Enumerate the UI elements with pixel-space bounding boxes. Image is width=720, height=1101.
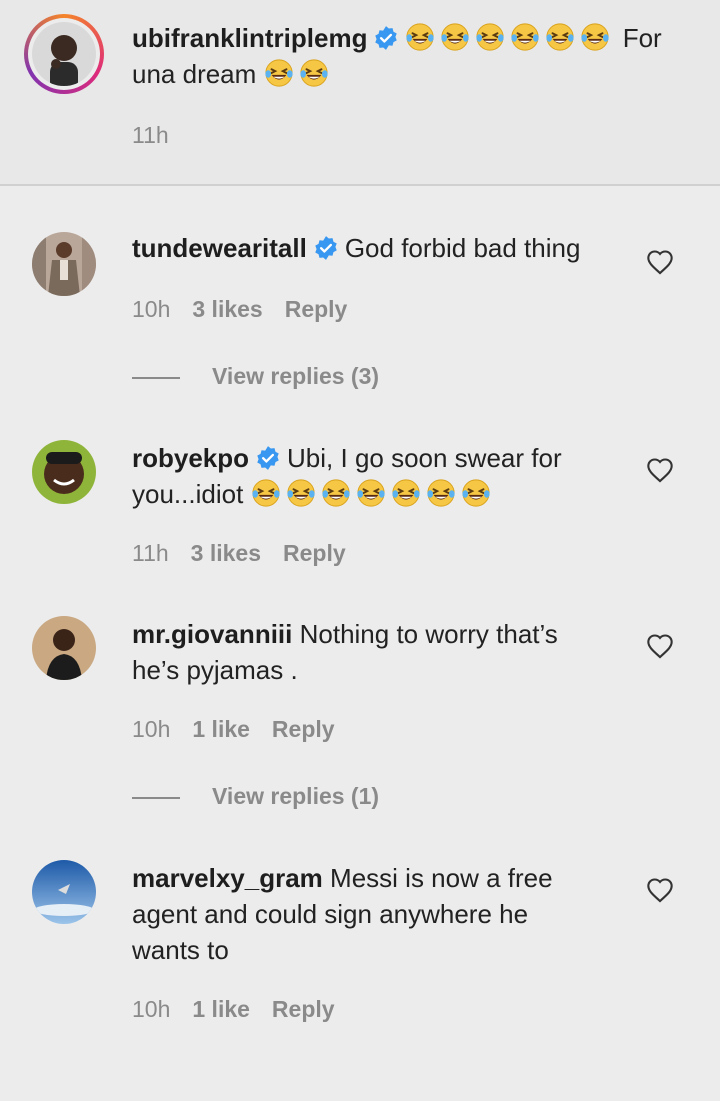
laughing-emoji-group [405,23,615,53]
comment-text: robyekpo Ubi, I go soon swear for you...i… [132,440,632,512]
heart-icon[interactable] [646,633,674,659]
laughing-emoji-icon [251,479,280,507]
comment-meta: 10h 1 like Reply [132,716,357,743]
laughing-emoji-icon [461,479,490,507]
caption-username[interactable]: ubifranklintriplemg [132,23,367,53]
view-replies-label[interactable]: View replies (3) [212,363,379,389]
replies-line [132,796,180,799]
comment-time: 10h [132,716,171,742]
laughing-emoji-icon [356,479,385,507]
view-replies-button[interactable]: View replies (3) [132,363,379,390]
laughing-emoji-icon [441,23,470,51]
comment-time: 10h [132,296,171,322]
laughing-emoji-icon [299,59,328,87]
view-replies-label[interactable]: View replies (1) [212,783,379,809]
avatar-ubifranklintriplemg[interactable] [32,22,96,86]
comment-meta: 10h 3 likes Reply [132,296,369,323]
comment-tundewearitall: tundewearitall God forbid bad thing [132,230,632,266]
laughing-emoji-icon [511,23,540,51]
comment-text: marvelxy_gram Messi is now a free agent … [132,860,632,968]
avatar-mr-giovanniii[interactable] [32,616,96,680]
reply-button[interactable]: Reply [272,716,335,742]
laughing-emoji-icon [546,23,575,51]
heart-icon[interactable] [646,457,674,483]
caption-meta: 11h [132,122,191,149]
comment-username[interactable]: mr.giovanniii [132,619,292,649]
comment-body-line3: wants to [132,935,229,965]
comment-meta: 11h 3 likes Reply [132,540,368,567]
comment-body: God forbid bad thing [344,233,581,263]
reply-button[interactable]: Reply [283,540,346,566]
likes-count[interactable]: 3 likes [191,540,261,566]
heart-icon[interactable] [646,249,674,275]
comment-text: tundewearitall God forbid bad thing [132,230,632,266]
comment-body-line1: Messi is now a free [330,863,553,893]
avatar-tundewearitall[interactable] [32,232,96,296]
view-replies-button[interactable]: View replies (1) [132,783,379,810]
comment-time: 10h [132,996,171,1022]
caption-text-part1: For [622,23,662,53]
comment-username[interactable]: tundewearitall [132,233,307,263]
laughing-emoji-icon [581,23,610,51]
comment-time: 11h [132,540,169,566]
caption-text: ubifranklintriplemg For una dream [132,20,692,92]
avatar-robyekpo[interactable] [32,440,96,504]
heart-icon[interactable] [646,877,674,903]
verified-badge-icon [375,26,398,50]
comment-username[interactable]: marvelxy_gram [132,863,323,893]
replies-line [132,376,180,379]
comment-meta: 10h 1 like Reply [132,996,357,1023]
reply-button[interactable]: Reply [272,996,335,1022]
laughing-emoji-icon [391,479,420,507]
laughing-emoji-icon [426,479,455,507]
laughing-emoji-icon [264,59,293,87]
comment-robyekpo: robyekpo Ubi, I go soon swear for you...i… [132,440,632,512]
divider [0,184,720,186]
likes-count[interactable]: 1 like [192,716,250,742]
caption-text-part2: una dream [132,59,257,89]
likes-count[interactable]: 1 like [192,996,250,1022]
comment-marvelxy-gram: marvelxy_gram Messi is now a free agent … [132,860,632,968]
comment-body-line2: agent and could sign anywhere he [132,899,529,929]
verified-badge-icon [257,446,279,470]
comment-text: mr.giovanniii Nothing to worry that’s he… [132,616,632,688]
laughing-emoji-group [264,59,334,89]
laughing-emoji-icon [406,23,435,51]
comment-mr-giovanniii: mr.giovanniii Nothing to worry that’s he… [132,616,632,688]
laughing-emoji-icon [321,479,350,507]
likes-count[interactable]: 3 likes [192,296,262,322]
caption-time: 11h [132,122,169,148]
laughing-emoji-icon [476,23,505,51]
comment-body-line1: Nothing to worry that’s [299,619,558,649]
laughing-emoji-group [251,479,496,509]
reply-button[interactable]: Reply [285,296,348,322]
verified-badge-icon [315,236,337,260]
comment-body-line2: you...idiot [132,479,244,509]
caption-comment: ubifranklintriplemg For una dream [132,20,692,92]
avatar-marvelxy-gram[interactable] [32,860,96,924]
laughing-emoji-icon [286,479,315,507]
comment-username[interactable]: robyekpo [132,443,249,473]
comment-body-line1: Ubi, I go soon swear for [287,443,562,473]
comment-body-line2: he’s pyjamas . [132,655,298,685]
